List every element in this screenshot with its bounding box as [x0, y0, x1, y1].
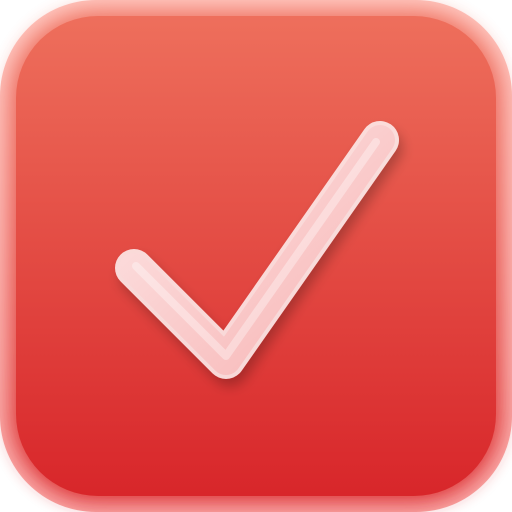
- tile-background: [16, 16, 496, 496]
- checkmark-app-icon[interactable]: [0, 0, 512, 512]
